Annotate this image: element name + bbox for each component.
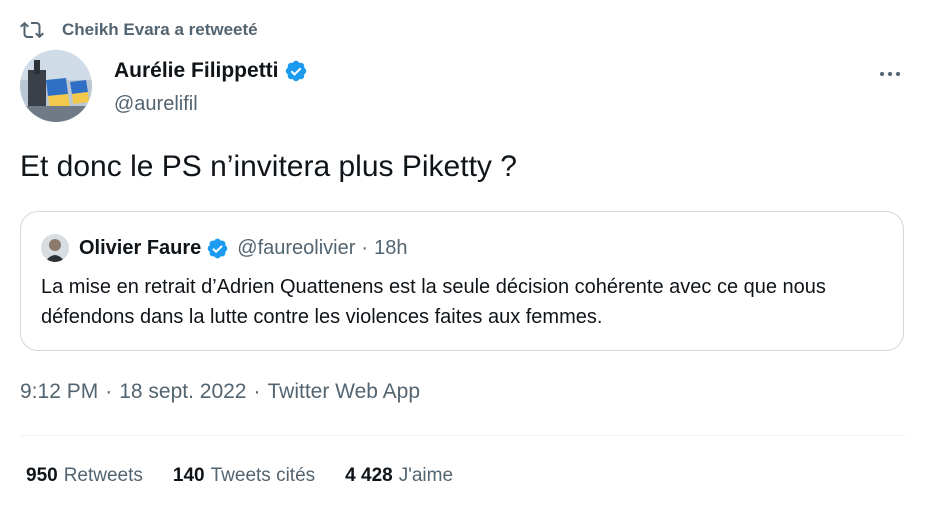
verified-badge-icon [207, 238, 228, 258]
retweet-context-text[interactable]: Cheikh Evara a retweeté [62, 20, 258, 40]
author-handle[interactable]: @aurelifil [114, 93, 198, 116]
tweet-time[interactable]: 9:12 PM [20, 380, 98, 404]
retweet-icon [20, 21, 44, 39]
quoted-tweet-header: Olivier Faure @faureolivier · 18h [41, 234, 407, 262]
retweet-context: Cheikh Evara a retweeté [20, 16, 258, 44]
quote-tweets-count: 140 [172, 465, 205, 486]
quote-tweets-label: Tweets cités [210, 465, 316, 486]
separator-dot: · [253, 380, 261, 403]
author-name-row: Aurélie Filippetti [114, 59, 308, 83]
quoted-tweet-card[interactable]: Olivier Faure @faureolivier · 18h La mis… [20, 211, 904, 351]
tweet-date[interactable]: 18 sept. 2022 [119, 380, 246, 404]
verified-badge-icon [285, 60, 306, 82]
retweets-count: 950 [26, 465, 58, 486]
quoted-tweet-time: 18h [374, 236, 408, 259]
tweet-text: Et donc le PS n’invitera plus Piketty ? [20, 150, 517, 183]
likes-label: J'aime [398, 465, 454, 486]
likes-count: 4 428 [345, 465, 393, 486]
tweet-source[interactable]: Twitter Web App [268, 380, 421, 404]
quoted-tweet-text: La mise en retrait d’Adrien Quattenens e… [41, 276, 826, 328]
divider [20, 435, 906, 436]
more-options-icon[interactable] [876, 60, 904, 88]
separator-dot: · [361, 236, 369, 259]
author-avatar[interactable] [20, 50, 92, 122]
tweet-meta: 9:12 PM · 18 sept. 2022 · Twitter Web Ap… [20, 380, 420, 404]
quote-tweets-stat[interactable]: 140 Tweets cités [173, 465, 315, 487]
author-name[interactable]: Aurélie Filippetti [114, 59, 279, 83]
retweets-stat[interactable]: 950 Retweets [26, 465, 143, 487]
likes-stat[interactable]: 4 428 J'aime [345, 465, 453, 487]
tweet-stats: 950 Retweets 140 Tweets cités 4 428 J'ai… [26, 465, 483, 487]
separator-dot: · [105, 380, 113, 403]
retweets-label: Retweets [63, 465, 143, 486]
quoted-author-handle: @faureolivier [237, 236, 356, 259]
tweet-header: Aurélie Filippetti @aurelifil [20, 50, 908, 122]
quoted-author-name: Olivier Faure [79, 236, 202, 259]
quoted-author-avatar [41, 234, 69, 262]
